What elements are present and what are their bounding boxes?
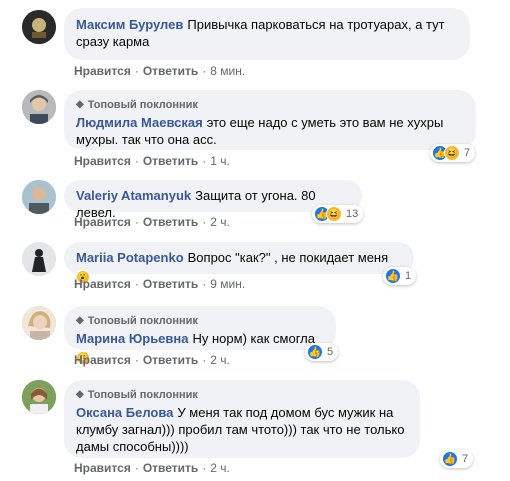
like-button[interactable]: Нравится xyxy=(74,461,131,475)
separator: · xyxy=(202,277,207,291)
top-fan-badge: ◆ Топовый поклонник xyxy=(76,388,408,402)
timestamp[interactable]: 8 мин. xyxy=(210,64,245,78)
trophy-icon: ◆ xyxy=(76,315,84,326)
trophy-icon: ◆ xyxy=(76,389,84,400)
reaction-summary[interactable]: 👍 😆 13 xyxy=(312,205,364,223)
comment-author[interactable]: Valeriy Atamanyuk xyxy=(76,188,191,203)
reaction-summary[interactable]: 👍 5 xyxy=(305,343,339,361)
timestamp[interactable]: 2 ч. xyxy=(210,353,230,367)
like-reaction-icon: 👍 xyxy=(307,344,323,360)
comment-actions: Нравится · Ответить · 8 мин. xyxy=(74,64,245,78)
comment-bubble: Максим Бурулев Привычка парковаться на тр… xyxy=(64,8,470,60)
like-reaction-icon: 👍 xyxy=(442,451,458,467)
badge-label: Топовый поклонник xyxy=(87,315,198,327)
reaction-summary[interactable]: 👍 7 xyxy=(440,450,474,468)
separator: · xyxy=(202,154,207,168)
reaction-count: 7 xyxy=(462,453,469,465)
separator: · xyxy=(134,64,139,78)
reply-button[interactable]: Ответить xyxy=(143,154,198,168)
top-fan-badge: ◆ Топовый поклонник xyxy=(76,98,464,112)
top-fan-badge: ◆ Топовый поклонник xyxy=(76,314,324,328)
badge-label: Топовый поклонник xyxy=(87,389,198,401)
reaction-count: 13 xyxy=(346,208,359,220)
comment-bubble: ◆ Топовый поклонник Людмила Маевская это е… xyxy=(64,90,476,150)
comment-text: Оксана Белова У меня так под домом бус му… xyxy=(76,404,408,455)
trophy-icon: ◆ xyxy=(76,99,84,110)
badge-label: Топовый поклонник xyxy=(87,99,198,111)
reply-button[interactable]: Ответить xyxy=(143,215,198,229)
separator: · xyxy=(134,277,139,291)
like-button[interactable]: Нравится xyxy=(74,277,131,291)
timestamp[interactable]: 2 ч. xyxy=(210,215,230,229)
reaction-summary[interactable]: 👍 1 xyxy=(383,267,417,285)
like-button[interactable]: Нравится xyxy=(74,353,131,367)
reaction-count: 5 xyxy=(327,346,334,358)
like-button[interactable]: Нравится xyxy=(74,64,131,78)
comment-bubble: ◆ Топовый поклонник Оксана Белова У меня т… xyxy=(64,380,420,458)
reply-button[interactable]: Ответить xyxy=(143,277,198,291)
like-button[interactable]: Нравится xyxy=(74,154,131,168)
avatar[interactable] xyxy=(22,380,56,414)
separator: · xyxy=(134,461,139,475)
reaction-count: 1 xyxy=(405,270,412,282)
comment-actions: Нравится · Ответить · 2 ч. xyxy=(74,353,230,367)
like-button[interactable]: Нравится xyxy=(74,215,131,229)
comment-actions: Нравится · Ответить · 2 ч. xyxy=(74,215,230,229)
reaction-summary[interactable]: 👍 😆 7 xyxy=(430,144,476,162)
haha-reaction-icon: 😆 xyxy=(444,145,460,161)
reply-button[interactable]: Ответить xyxy=(143,353,198,367)
comment-bubble: Mariia Potapenko Вопрос "как?" , не покид… xyxy=(64,242,414,284)
timestamp[interactable]: 2 ч. xyxy=(210,461,230,475)
separator: · xyxy=(134,215,139,229)
comment-actions: Нравится · Ответить · 2 ч. xyxy=(74,461,230,475)
separator: · xyxy=(202,64,207,78)
comment-author[interactable]: Максим Бурулев xyxy=(76,17,183,32)
avatar[interactable] xyxy=(22,306,56,340)
avatar[interactable] xyxy=(22,180,56,214)
separator: · xyxy=(202,461,207,475)
separator: · xyxy=(134,353,139,367)
comment-text: Максим Бурулев Привычка парковаться на тр… xyxy=(76,16,458,50)
avatar[interactable] xyxy=(22,10,56,44)
comment-actions: Нравится · Ответить · 1 ч. xyxy=(74,154,230,168)
reply-button[interactable]: Ответить xyxy=(143,64,198,78)
comment-actions: Нравится · Ответить · 9 мин. xyxy=(74,277,245,291)
separator: · xyxy=(202,353,207,367)
separator: · xyxy=(202,215,207,229)
comment-body: Ну норм) как смогла xyxy=(192,331,315,346)
avatar[interactable] xyxy=(22,242,56,276)
haha-reaction-icon: 😆 xyxy=(326,206,342,222)
separator: · xyxy=(134,154,139,168)
reply-button[interactable]: Ответить xyxy=(143,461,198,475)
timestamp[interactable]: 1 ч. xyxy=(210,154,230,168)
comment-author[interactable]: Оксана Белова xyxy=(76,405,173,420)
reaction-count: 7 xyxy=(464,147,471,159)
comment-text: Людмила Маевская это еще надо с уметь это… xyxy=(76,114,464,148)
comment-body: Вопрос "как?" , не покидает меня xyxy=(187,250,389,265)
comment-author[interactable]: Mariia Potapenko xyxy=(76,250,184,265)
avatar[interactable] xyxy=(22,90,56,124)
comment-author[interactable]: Людмила Маевская xyxy=(76,115,203,130)
like-reaction-icon: 👍 xyxy=(385,268,401,284)
comment-bubble: ◆ Топовый поклонник Марина Юрьевна Ну норм… xyxy=(64,306,336,365)
timestamp[interactable]: 9 мин. xyxy=(210,277,245,291)
comment-author[interactable]: Марина Юрьевна xyxy=(76,331,189,346)
